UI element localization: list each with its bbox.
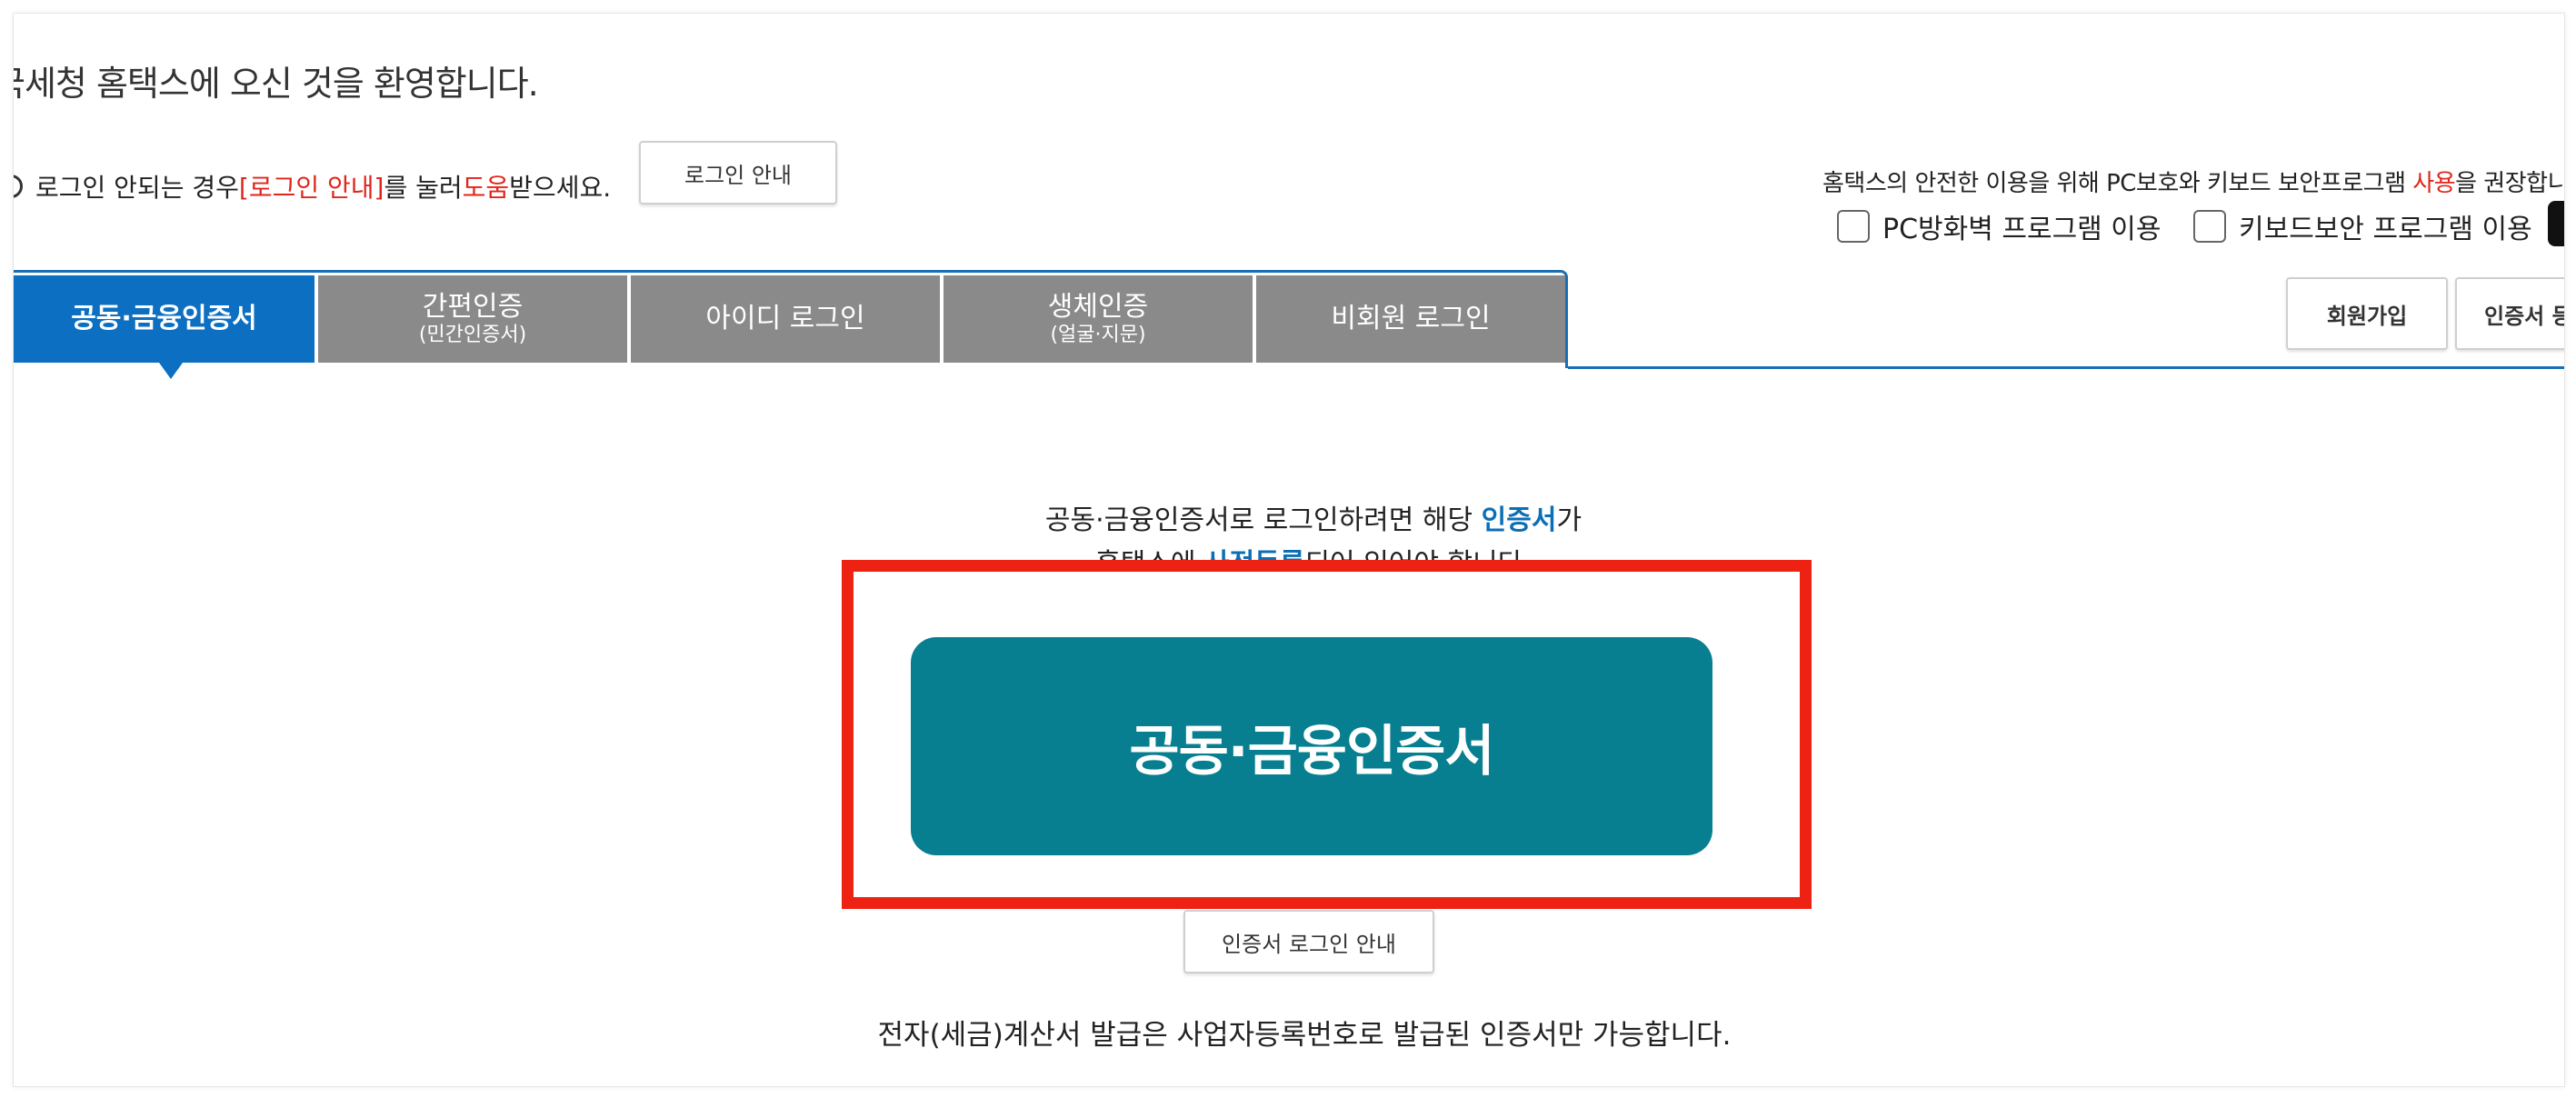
cert-login-guide-button[interactable]: 인증서 로그인 안내 [1183, 910, 1434, 973]
tab-label: 공동·금융인증서 [71, 302, 257, 334]
notice-text-1: 로그인 안되는 경우 [35, 173, 239, 203]
firewall-label: PC방화벽 프로그램 이용 [1882, 214, 2162, 245]
tab-biometric-auth[interactable]: 생체인증 (얼굴·지문) [944, 275, 1253, 363]
signup-button[interactable]: 회원가입 [2286, 277, 2448, 350]
login-guide-button[interactable]: 로그인 안내 [639, 141, 837, 205]
firewall-checkbox[interactable] [1837, 210, 1870, 243]
tab-joint-financial-cert[interactable]: 공동·금융인증서 [14, 275, 315, 363]
tab-label: 생체인증 [1047, 291, 1149, 324]
joint-financial-cert-login-button[interactable]: 공동·금융인증서 [911, 637, 1712, 855]
keyboard-security-label: 키보드보안 프로그램 이용 [2239, 214, 2532, 245]
e-invoice-notice: 전자(세금)계산서 발급은 사업자등록번호로 발급된 인증서만 가능합니다. [877, 1019, 1732, 1052]
tab-guest-login[interactable]: 비회원 로그인 [1256, 275, 1565, 363]
security-apply-button[interactable] [2548, 201, 2564, 246]
tab-sublabel: (얼굴·지문) [1050, 323, 1146, 346]
tab-label: 간편인증 [422, 291, 524, 324]
login-guide-link[interactable]: [로그인 안내] [239, 168, 384, 205]
login-method-tabs: 공동·금융인증서 간편인증 (민간인증서) 아이디 로그인 생체인증 (얼굴·지… [14, 270, 2564, 379]
tab-simple-auth[interactable]: 간편인증 (민간인증서) [318, 275, 627, 363]
cert-login-description-line1: 공동·금융인증서로 로그인하려면 해당 인증서가 [662, 497, 1965, 537]
desc1-suffix: 가 [1556, 504, 1583, 536]
cert-register-button[interactable]: 인증서 등록 [2455, 277, 2564, 350]
notice-help-text: 도움 [462, 173, 510, 203]
tab-label: 아이디 로그인 [705, 302, 865, 334]
active-tab-pointer [159, 363, 183, 379]
security-text-suffix: 을 권장합니다. [2455, 170, 2564, 197]
login-help-notice: 로그인 안되는 경우 [로그인 안내] 를 눌러 도움 받으세요. [14, 168, 611, 205]
info-icon [14, 175, 23, 198]
notice-text-2: 를 눌러 [384, 173, 463, 203]
security-text-highlight: 사용 [2412, 170, 2456, 197]
firewall-option[interactable]: PC방화벽 프로그램 이용 [1837, 206, 2162, 246]
keyboard-security-checkbox[interactable] [2193, 210, 2226, 243]
tab-baseline [1568, 366, 2564, 369]
security-text-prefix: 홈택스의 안전한 이용을 위해 PC보호와 키보드 보안프로그램 [1822, 170, 2413, 197]
tab-sublabel: (민간인증서) [418, 323, 527, 346]
tab-label: 비회원 로그인 [1331, 302, 1491, 334]
notice-text-3: 받으세요. [509, 173, 612, 203]
desc1-prefix: 공동·금융인증서로 로그인하려면 해당 [1044, 504, 1482, 536]
login-page: 국세청 홈택스에 오신 것을 환영합니다. 로그인 안되는 경우 [로그인 안내… [13, 13, 2565, 1087]
security-recommendation: 홈택스의 안전한 이용을 위해 PC보호와 키보드 보안프로그램 사용을 권장합… [1822, 165, 2564, 198]
keyboard-security-option[interactable]: 키보드보안 프로그램 이용 [2193, 206, 2532, 246]
welcome-title: 국세청 홈택스에 오신 것을 환영합니다. [13, 64, 539, 104]
tab-id-login[interactable]: 아이디 로그인 [631, 275, 940, 363]
desc1-highlight: 인증서 [1481, 504, 1557, 536]
